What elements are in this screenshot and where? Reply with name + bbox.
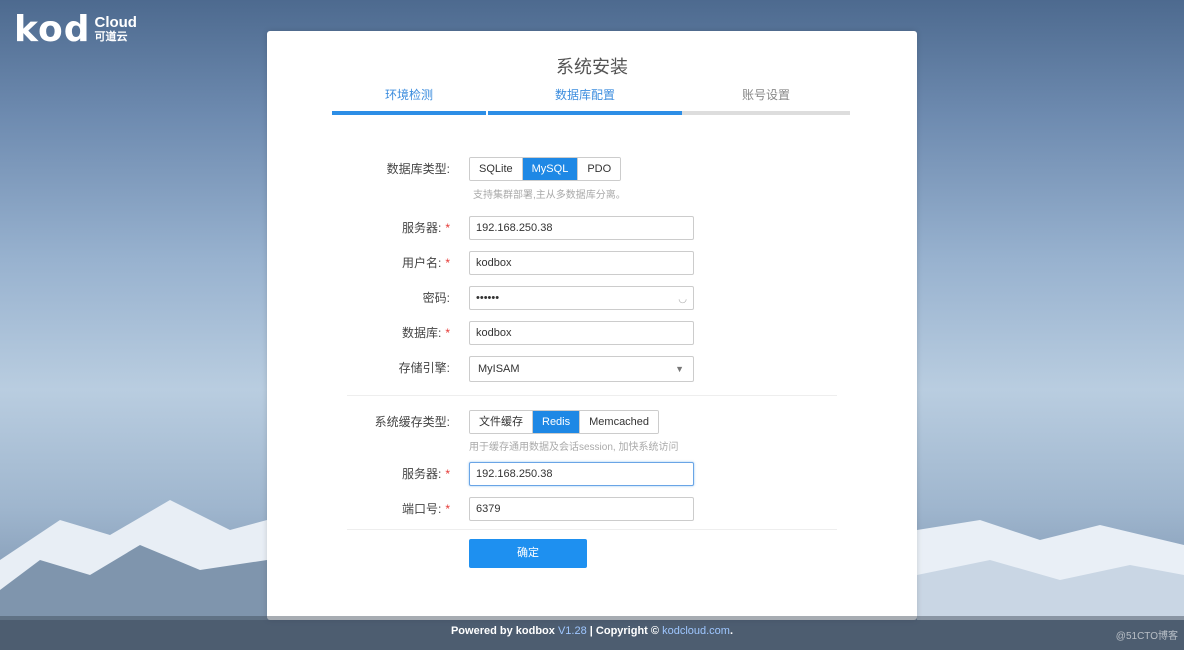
required-mark: * bbox=[445, 256, 450, 270]
db-engine-select[interactable]: MyISAM ▼ bbox=[469, 356, 694, 382]
db-password-row: 密码: •••••• ◡ bbox=[267, 286, 917, 312]
db-name-row: 数据库: * kodbox bbox=[267, 321, 917, 347]
db-type-selector: SQLite MySQL PDO bbox=[469, 157, 622, 181]
cache-server-label: 服务器: * bbox=[402, 462, 450, 486]
required-mark: * bbox=[445, 221, 450, 235]
db-user-input[interactable]: kodbox bbox=[469, 251, 694, 275]
db-type-hint: 支持集群部署,主从多数据库分离。 bbox=[473, 190, 626, 201]
db-engine-row: 存储引擎: MyISAM ▼ bbox=[267, 356, 917, 382]
cache-type-hint: 用于缓存通用数据及会话session, 加快系统访问 bbox=[469, 442, 679, 453]
db-type-label: 数据库类型: bbox=[386, 162, 450, 176]
cache-type-row: 系统缓存类型: 文件缓存 Redis Memcached bbox=[267, 410, 917, 436]
step-db-config[interactable]: 数据库配置 bbox=[488, 87, 682, 115]
page-footer: Powered by kodbox V1.28 | Copyright © ko… bbox=[0, 616, 1184, 650]
db-type-sqlite[interactable]: SQLite bbox=[470, 158, 523, 180]
cache-type-label: 系统缓存类型: bbox=[374, 415, 450, 429]
step-account-setup[interactable]: 账号设置 bbox=[682, 87, 850, 115]
password-masked-value: •••••• bbox=[476, 292, 500, 304]
logo-cn-text: 可道云 bbox=[94, 31, 128, 43]
step-label: 数据库配置 bbox=[554, 88, 615, 102]
db-user-label-text: 用户名: bbox=[401, 256, 442, 270]
db-type-row: 数据库类型: SQLite MySQL PDO bbox=[267, 157, 917, 183]
db-user-label: 用户名: * bbox=[402, 251, 450, 275]
footer-copyright: Copyright © bbox=[595, 625, 660, 637]
db-engine-label: 存储引擎: bbox=[398, 361, 450, 375]
db-server-label-text: 服务器: bbox=[401, 221, 442, 235]
footer-dot: . bbox=[729, 625, 734, 637]
db-password-input[interactable]: •••••• ◡ bbox=[469, 286, 694, 310]
chevron-down-icon: ▼ bbox=[675, 364, 684, 374]
db-type-pdo[interactable]: PDO bbox=[578, 158, 621, 180]
cache-server-row: 服务器: * 192.168.250.38 bbox=[267, 462, 917, 488]
eye-icon[interactable]: ◡ bbox=[678, 289, 687, 311]
step-progress-bar bbox=[488, 111, 682, 115]
step-progress-bar bbox=[682, 111, 850, 115]
logo-mark: kod bbox=[14, 9, 91, 50]
step-progress-bar bbox=[332, 111, 486, 115]
db-password-label: 密码: bbox=[422, 291, 450, 305]
cache-port-row: 端口号: * 6379 bbox=[267, 497, 917, 523]
required-mark: * bbox=[445, 467, 450, 481]
step-env-check[interactable]: 环境检测 bbox=[332, 87, 486, 115]
db-name-input[interactable]: kodbox bbox=[469, 321, 694, 345]
footer-version[interactable]: V1.28 bbox=[558, 625, 587, 637]
db-server-input[interactable]: 192.168.250.38 bbox=[469, 216, 694, 240]
cache-port-input[interactable]: 6379 bbox=[469, 497, 694, 521]
cache-type-selector: 文件缓存 Redis Memcached bbox=[469, 410, 660, 434]
cache-type-redis[interactable]: Redis bbox=[533, 411, 581, 433]
cache-port-label-text: 端口号: bbox=[401, 502, 442, 516]
watermark: @51CTO博客 bbox=[1115, 631, 1178, 642]
page-title: 系统安装 bbox=[556, 57, 628, 77]
db-server-label: 服务器: * bbox=[402, 216, 450, 240]
required-mark: * bbox=[445, 326, 450, 340]
db-name-label: 数据库: * bbox=[402, 321, 450, 345]
cache-server-input[interactable]: 192.168.250.38 bbox=[469, 462, 694, 486]
confirm-button[interactable]: 确定 bbox=[469, 539, 587, 568]
step-label: 环境检测 bbox=[384, 88, 433, 102]
install-panel: 系统安装 环境检测 数据库配置 账号设置 数据库类型: SQLite MySQL… bbox=[267, 31, 917, 620]
logo-cloud-text: Cloud bbox=[94, 14, 137, 31]
section-divider bbox=[347, 529, 837, 530]
db-type-mysql[interactable]: MySQL bbox=[522, 158, 579, 180]
section-divider bbox=[347, 395, 837, 396]
cache-port-label: 端口号: * bbox=[402, 497, 450, 521]
cache-type-memcached[interactable]: Memcached bbox=[580, 411, 659, 433]
kodcloud-logo: kod Cloud 可道云 bbox=[14, 12, 137, 48]
required-mark: * bbox=[445, 502, 450, 516]
db-user-row: 用户名: * kodbox bbox=[267, 251, 917, 277]
footer-separator: | bbox=[589, 625, 593, 637]
cache-server-label-text: 服务器: bbox=[401, 467, 442, 481]
logo-subtitle: Cloud 可道云 bbox=[94, 14, 137, 44]
db-name-label-text: 数据库: bbox=[401, 326, 442, 340]
db-server-row: 服务器: * 192.168.250.38 bbox=[267, 216, 917, 242]
install-steps: 环境检测 数据库配置 账号设置 bbox=[332, 87, 850, 115]
step-label: 账号设置 bbox=[741, 88, 790, 102]
cache-type-file[interactable]: 文件缓存 bbox=[470, 411, 533, 433]
footer-site-link[interactable]: kodcloud.com bbox=[662, 625, 730, 637]
footer-powered: Powered by kodbox bbox=[450, 625, 555, 637]
db-engine-value: MyISAM bbox=[478, 363, 520, 375]
